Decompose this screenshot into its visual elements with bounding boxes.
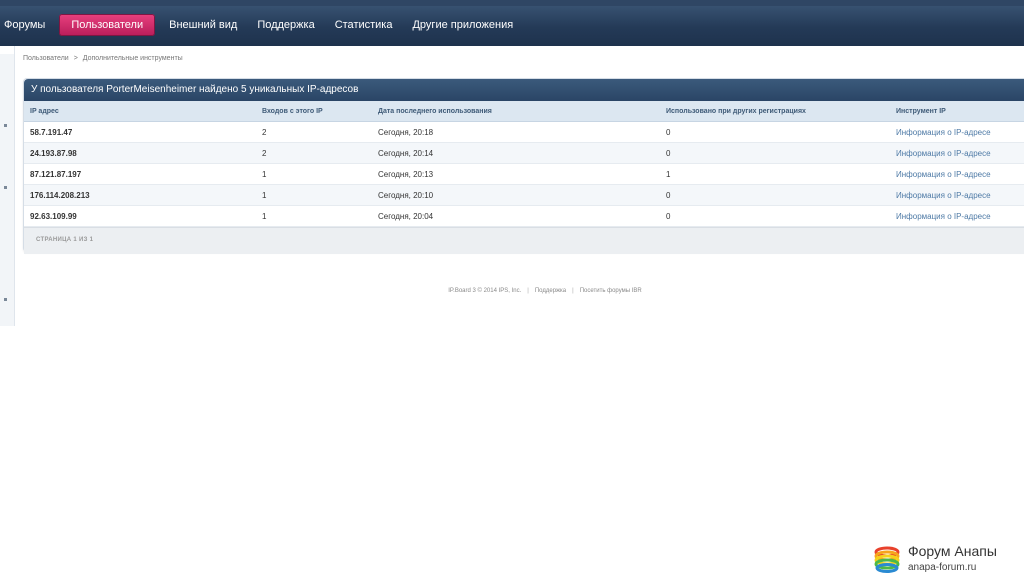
login-count: 1 (262, 191, 267, 200)
other-registrations-count: 0 (666, 212, 671, 221)
page-footer: IP.Board 3 © 2014 IPS, Inc. | Поддержка | По… (0, 288, 1024, 294)
sidebar-marker (4, 124, 7, 127)
left-sidebar-panel (0, 46, 15, 326)
ip-info-link[interactable]: Информация о IP-адресе (896, 128, 991, 137)
column-header-last-used: Дата последнего использования (378, 108, 492, 115)
last-used-date: Сегодня, 20:18 (378, 128, 434, 137)
nav-tab-other-apps[interactable]: Другие приложения (402, 14, 523, 36)
table-row: 176.114.208.213 1 Сегодня, 20:10 0 Инфор… (24, 185, 1024, 206)
site-watermark: Форум Анапы anapa-forum.ru (872, 543, 1024, 581)
watermark-url: anapa-forum.ru (908, 562, 977, 573)
other-registrations-count: 1 (666, 170, 671, 179)
colorful-ring-logo-icon (874, 546, 900, 573)
table-row: 24.193.87.98 2 Сегодня, 20:14 0 Информац… (24, 143, 1024, 164)
ip-info-link[interactable]: Информация о IP-адресе (896, 212, 991, 221)
footer-copyright: IP.Board 3 © 2014 IPS, Inc. (448, 288, 522, 294)
column-header-ip-tool: Инструмент IP (896, 108, 946, 115)
last-used-date: Сегодня, 20:14 (378, 149, 434, 158)
login-count: 2 (262, 128, 267, 137)
footer-visit-forums-link[interactable]: Посетить форумы IBR (580, 288, 642, 294)
ip-addresses-panel: У пользователя PorterMeisenheimer найден… (23, 78, 1024, 254)
footer-support-link[interactable]: Поддержка (535, 288, 566, 294)
last-used-date: Сегодня, 20:04 (378, 212, 434, 221)
table-header: IP адрес Входов с этого IP Дата последне… (24, 101, 1024, 122)
topbar-highlight (0, 0, 1024, 6)
watermark-title: Форум Анапы (908, 543, 997, 559)
column-header-ip: IP адрес (30, 108, 59, 115)
login-count: 2 (262, 149, 267, 158)
breadcrumb-separator: > (73, 55, 78, 62)
login-count: 1 (262, 170, 267, 179)
ip-address: 92.63.109.99 (30, 212, 77, 221)
ip-address: 176.114.208.213 (30, 191, 90, 200)
ip-info-link[interactable]: Информация о IP-адресе (896, 149, 991, 158)
table-row: 87.121.87.197 1 Сегодня, 20:13 1 Информа… (24, 164, 1024, 185)
breadcrumb-root-link[interactable]: Пользователи (23, 55, 69, 62)
breadcrumb: Пользователи > Дополнительные инструменты (23, 55, 183, 62)
last-used-date: Сегодня, 20:10 (378, 191, 434, 200)
nav-tab-forums[interactable]: Форумы (0, 14, 55, 36)
sidebar-strip (0, 54, 14, 326)
ip-address: 58.7.191.47 (30, 128, 73, 137)
ip-address: 24.193.87.98 (30, 149, 77, 158)
nav-tab-appearance[interactable]: Внешний вид (159, 14, 247, 36)
page-indicator: СТРАНИЦА 1 ИЗ 1 (36, 237, 94, 243)
login-count: 1 (262, 212, 267, 221)
table-row: 92.63.109.99 1 Сегодня, 20:04 0 Информац… (24, 206, 1024, 227)
ip-address: 87.121.87.197 (30, 170, 82, 179)
nav-tab-support[interactable]: Поддержка (247, 14, 324, 36)
last-used-date: Сегодня, 20:13 (378, 170, 434, 179)
main-nav: Форумы Пользователи Внешний вид Поддержк… (0, 14, 523, 36)
column-header-logins: Входов с этого IP (262, 108, 323, 115)
pagination-bar: СТРАНИЦА 1 ИЗ 1 (24, 227, 1024, 254)
footer-separator: | (527, 288, 529, 294)
nav-tab-users[interactable]: Пользователи (59, 14, 156, 36)
top-navigation-bar: Форумы Пользователи Внешний вид Поддержк… (0, 0, 1024, 46)
other-registrations-count: 0 (666, 128, 671, 137)
other-registrations-count: 0 (666, 149, 671, 158)
panel-title: У пользователя PorterMeisenheimer найден… (24, 79, 1024, 101)
ip-info-link[interactable]: Информация о IP-адресе (896, 191, 991, 200)
column-header-other-registrations: Использовано при других регистрациях (666, 108, 806, 115)
breadcrumb-current: Дополнительные инструменты (82, 55, 183, 62)
nav-tab-statistics[interactable]: Статистика (325, 14, 403, 36)
table-row: 58.7.191.47 2 Сегодня, 20:18 0 Информаци… (24, 122, 1024, 143)
sidebar-marker (4, 186, 7, 189)
other-registrations-count: 0 (666, 191, 671, 200)
sidebar-marker (4, 298, 7, 301)
footer-separator: | (572, 288, 574, 294)
ip-info-link[interactable]: Информация о IP-адресе (896, 170, 991, 179)
